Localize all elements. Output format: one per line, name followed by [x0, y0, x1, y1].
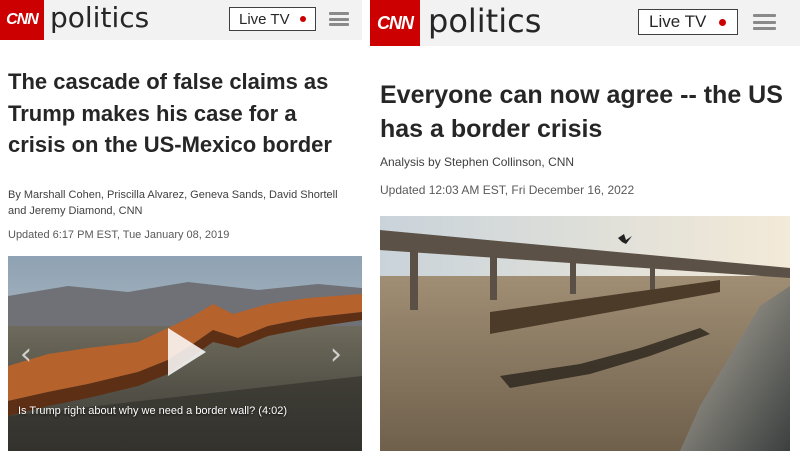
site-header: CNN politics Live TV [370, 0, 800, 46]
cnn-logo[interactable]: CNN [0, 0, 44, 40]
live-tv-label: Live TV [239, 10, 290, 28]
article-timestamp: Updated 12:03 AM EST, Fri December 16, 2… [380, 183, 635, 197]
article-timestamp: Updated 6:17 PM EST, Tue January 08, 201… [8, 229, 230, 241]
chevron-right-icon: › [330, 337, 342, 372]
live-dot-icon [719, 18, 727, 26]
article-byline: By Marshall Cohen, Priscilla Alvarez, Ge… [8, 189, 338, 217]
border-crossing-photo [380, 216, 790, 451]
article-panel-left: CNN politics Live TV The cascade of fals… [0, 0, 362, 451]
live-tv-label: Live TV [649, 12, 707, 31]
play-icon[interactable] [168, 328, 206, 376]
chevron-left-icon: ‹ [20, 337, 32, 372]
article-photo [380, 216, 790, 451]
site-header: CNN politics Live TV [0, 0, 362, 40]
article-panel-right: CNN politics Live TV Everyone can now ag… [370, 0, 800, 451]
menu-icon[interactable] [329, 12, 349, 26]
menu-icon[interactable] [753, 14, 776, 30]
article-byline: Analysis by Stephen Collinson, CNN [380, 155, 575, 169]
live-tv-button[interactable]: Live TV [229, 7, 316, 31]
article-headline: Everyone can now agree -- the US has a b… [380, 81, 783, 143]
video-player[interactable]: ‹ › Is Trump right about why we need a b… [8, 256, 362, 451]
section-title[interactable]: politics [50, 0, 149, 36]
cnn-logo[interactable]: CNN [370, 0, 420, 46]
video-caption[interactable]: Is Trump right about why we need a borde… [18, 404, 287, 418]
live-tv-button[interactable]: Live TV [638, 9, 738, 35]
panel-divider [362, 0, 370, 451]
live-dot-icon [299, 16, 306, 22]
article-headline: The cascade of false claims as Trump mak… [8, 69, 332, 157]
section-title[interactable]: politics [428, 0, 541, 42]
